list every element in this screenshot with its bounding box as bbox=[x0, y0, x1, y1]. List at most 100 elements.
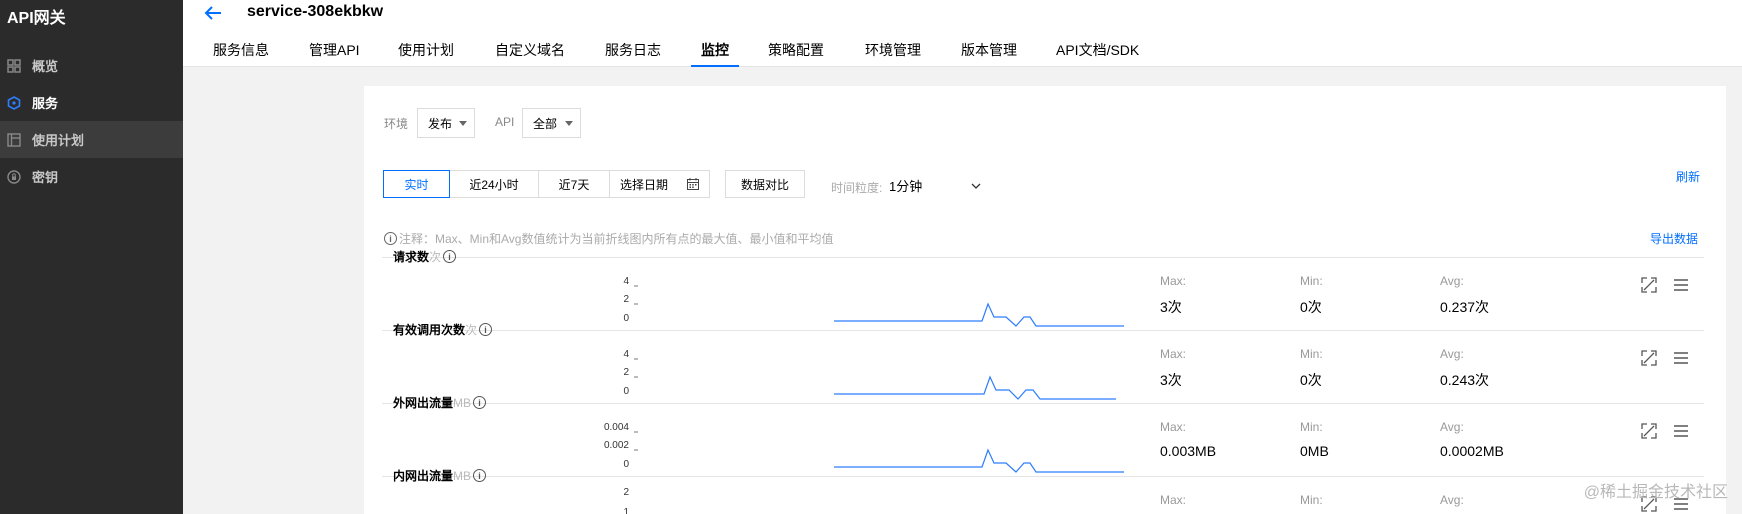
y-tick: 2 bbox=[623, 487, 629, 498]
y-axis-dashes bbox=[634, 431, 638, 451]
refresh-link[interactable]: 刷新 bbox=[1676, 168, 1700, 185]
min-value: 0次 bbox=[1300, 299, 1322, 315]
tab-policy[interactable]: 策略配置 bbox=[768, 40, 824, 67]
expand-icon[interactable] bbox=[1641, 277, 1657, 293]
min-label: Min: bbox=[1300, 420, 1323, 434]
metric-unit: 次 bbox=[465, 323, 478, 337]
env-select[interactable]: 发布 bbox=[417, 108, 475, 138]
max-value: 0.003MB bbox=[1160, 443, 1217, 459]
y-tick: 4 bbox=[623, 276, 629, 287]
sidebar-item-key[interactable]: 密钥 bbox=[0, 158, 183, 195]
expand-icon[interactable] bbox=[1641, 423, 1657, 439]
tab-service-info[interactable]: 服务信息 bbox=[213, 40, 269, 67]
expand-icon[interactable] bbox=[1641, 350, 1657, 366]
env-label: 环境 bbox=[384, 117, 409, 131]
brand-title: API网关 bbox=[7, 10, 66, 27]
y-tick: 0 bbox=[623, 459, 629, 470]
caret-down-icon bbox=[565, 121, 573, 126]
tab-monitor[interactable]: 监控 bbox=[691, 40, 739, 67]
caret-down-icon bbox=[459, 121, 467, 126]
y-axis-dashes bbox=[634, 358, 638, 378]
avg-value: 0.237次 bbox=[1440, 299, 1490, 315]
granularity-value: 1分钟 bbox=[889, 179, 923, 194]
info-icon[interactable]: i bbox=[473, 469, 487, 482]
divider bbox=[382, 257, 1704, 258]
sidebar-item-plan[interactable]: 使用计划 bbox=[0, 121, 183, 158]
avg-value: 0.243次 bbox=[1440, 372, 1490, 388]
min-label: Min: bbox=[1300, 347, 1323, 361]
sidebar-item-service[interactable]: 服务 bbox=[0, 84, 183, 121]
avg-label: Avg: bbox=[1440, 274, 1464, 288]
granularity-label: 时间粒度: bbox=[831, 181, 883, 195]
tab-manage-api[interactable]: 管理API bbox=[309, 40, 360, 67]
sidebar-item-overview[interactable]: 概览 bbox=[0, 47, 183, 84]
chevron-down-icon bbox=[971, 178, 981, 196]
metric-title: 有效调用次数次 i bbox=[393, 321, 493, 338]
note-text: 注释：Max、Min和Avg数值统计为当前折线图内所有点的最大值、最小值和平均值 bbox=[399, 232, 834, 246]
export-link[interactable]: 导出数据 bbox=[1650, 230, 1698, 247]
menu-icon[interactable] bbox=[1673, 277, 1689, 293]
range-realtime[interactable]: 实时 bbox=[383, 170, 450, 198]
info-icon[interactable]: i bbox=[473, 396, 487, 409]
avg-label: Avg: bbox=[1440, 347, 1464, 361]
tab-environment[interactable]: 环境管理 bbox=[865, 40, 921, 67]
date-picker[interactable]: 选择日期 bbox=[609, 170, 710, 198]
menu-icon[interactable] bbox=[1673, 423, 1689, 439]
y-tick: 1 bbox=[623, 507, 629, 514]
max-label: Max: bbox=[1160, 274, 1187, 288]
compare-button[interactable]: 数据对比 bbox=[725, 170, 805, 198]
divider bbox=[382, 403, 1704, 404]
y-axis-dashes bbox=[634, 285, 638, 305]
info-icon[interactable]: i bbox=[443, 250, 457, 263]
plan-icon bbox=[7, 132, 21, 147]
watermark: @稀土掘金技术社区 bbox=[1583, 484, 1728, 501]
env-select-value: 发布 bbox=[428, 116, 453, 131]
metric-title-text: 有效调用次数 bbox=[393, 323, 466, 337]
info-icon[interactable]: i bbox=[479, 323, 493, 336]
tab-usage-plan[interactable]: 使用计划 bbox=[398, 40, 454, 67]
y-tick: 2 bbox=[623, 294, 629, 305]
sidebar-item-label: 使用计划 bbox=[32, 133, 85, 148]
metric-title: 请求数次 i bbox=[393, 248, 457, 265]
range-7d[interactable]: 近7天 bbox=[538, 170, 610, 198]
tab-custom-domain[interactable]: 自定义域名 bbox=[495, 40, 565, 67]
y-tick: 0.004 bbox=[603, 422, 629, 433]
sidebar-item-label: 服务 bbox=[32, 96, 59, 111]
sparkline bbox=[834, 375, 1116, 400]
hexagon-icon bbox=[7, 95, 21, 110]
api-select[interactable]: 全部 bbox=[522, 108, 581, 138]
calendar-icon bbox=[687, 178, 699, 193]
granularity-select[interactable]: 1分钟 bbox=[889, 176, 981, 196]
api-label: API bbox=[495, 115, 515, 129]
tab-service-log[interactable]: 服务日志 bbox=[605, 40, 661, 67]
menu-icon[interactable] bbox=[1673, 350, 1689, 366]
page-title: service-308ekbkw bbox=[247, 3, 384, 20]
range-24h[interactable]: 近24小时 bbox=[449, 170, 539, 198]
metric-unit: MB bbox=[453, 395, 472, 410]
sparkline bbox=[834, 448, 1124, 473]
tab-version[interactable]: 版本管理 bbox=[961, 40, 1017, 67]
back-arrow-icon[interactable] bbox=[201, 2, 225, 24]
divider bbox=[382, 476, 1704, 477]
tab-api-doc[interactable]: API文档/SDK bbox=[1056, 40, 1139, 67]
max-label: Max: bbox=[1160, 347, 1187, 361]
max-label: Max: bbox=[1160, 420, 1187, 434]
min-value: 0次 bbox=[1300, 372, 1322, 388]
y-tick: 4 bbox=[623, 349, 629, 360]
sidebar-item-label: 密钥 bbox=[32, 170, 59, 185]
metric-title-text: 外网出流量 bbox=[393, 396, 454, 410]
sidebar: API网关 概览 服务 使用计划 密钥 bbox=[0, 0, 183, 514]
monitor-panel: 环境 发布 API 全部 实时 近24小时 近7天 选择日期 数据对比 时间粒度… bbox=[364, 86, 1726, 514]
date-picker-label: 选择日期 bbox=[620, 177, 669, 192]
sparkline bbox=[834, 302, 1124, 327]
service-header: service-308ekbkw 服务信息 管理API 使用计划 自定义域名 服… bbox=[183, 0, 1742, 67]
metric-unit: 次 bbox=[429, 250, 442, 264]
metric-title: 外网出流量 MB i bbox=[393, 394, 487, 411]
y-tick: 0 bbox=[623, 386, 629, 397]
y-tick: 0 bbox=[623, 313, 629, 324]
api-select-value: 全部 bbox=[533, 116, 558, 131]
sidebar-item-label: 概览 bbox=[32, 59, 59, 74]
metric-title-text: 请求数 bbox=[393, 250, 430, 264]
max-value: 3次 bbox=[1160, 299, 1182, 315]
grid-icon bbox=[7, 58, 21, 73]
